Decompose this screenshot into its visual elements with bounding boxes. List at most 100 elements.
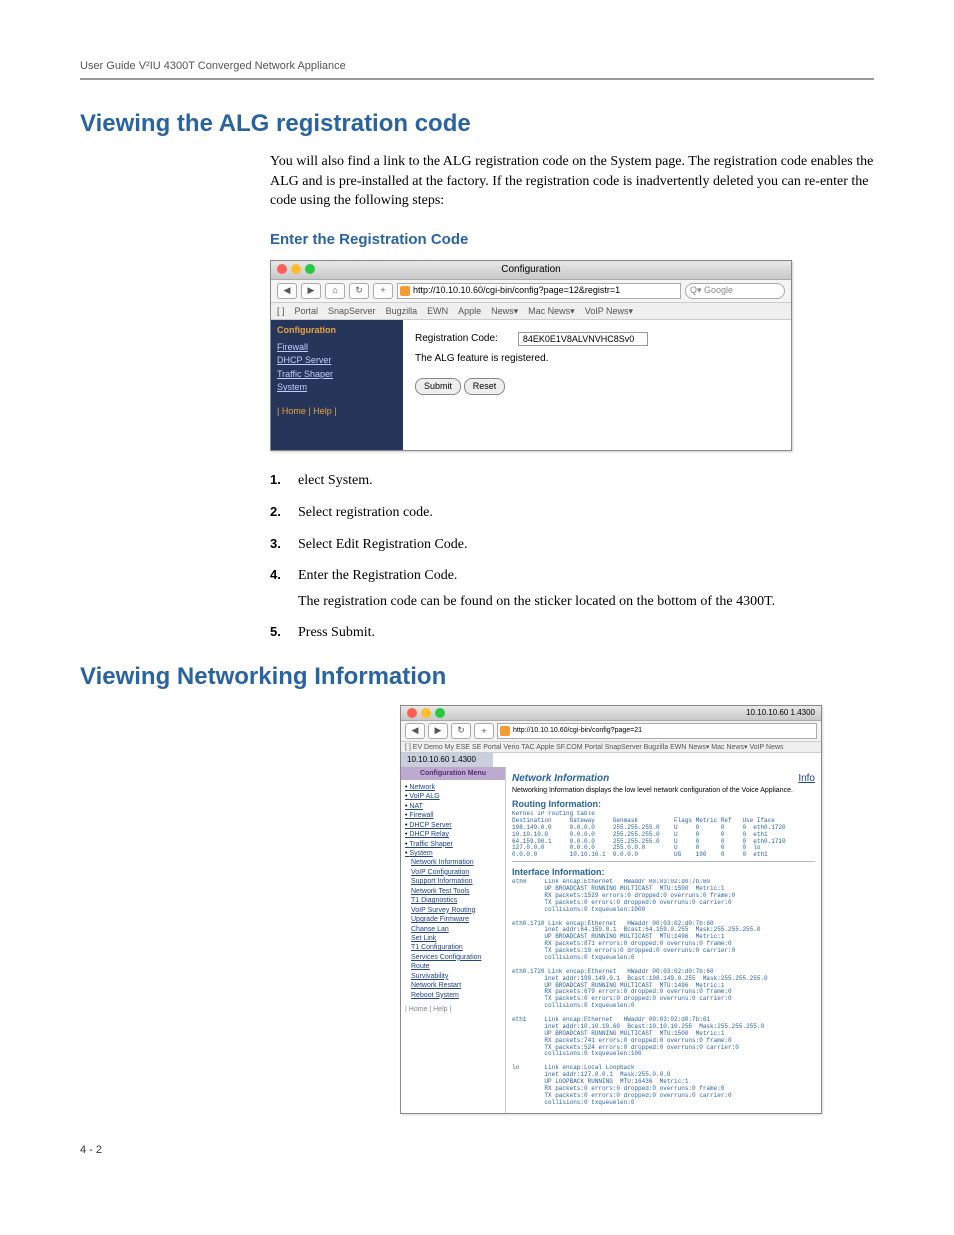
section1-intro: You will also find a link to the ALG reg… bbox=[270, 152, 874, 211]
bookmark-item[interactable]: News▾ bbox=[491, 305, 518, 318]
step-text: elect System. bbox=[298, 471, 874, 491]
side-sublink[interactable]: Upgrade Firmware bbox=[411, 915, 501, 924]
side-sublink[interactable]: VoIP Configuration bbox=[411, 868, 501, 877]
bookmark-item[interactable]: Bugzilla bbox=[386, 305, 418, 318]
bookmark-item[interactable]: EWN bbox=[427, 305, 448, 318]
sidebar-item-firewall[interactable]: Firewall bbox=[277, 341, 397, 355]
routing-table: Kernel IP routing table Destination Gate… bbox=[512, 811, 815, 859]
step-number: 1. bbox=[270, 471, 298, 491]
divider bbox=[512, 861, 815, 862]
add-button[interactable]: + bbox=[373, 283, 393, 299]
window-titlebar: 10.10.10.60 1.4300 bbox=[401, 706, 821, 721]
reload-button[interactable]: ↻ bbox=[349, 283, 369, 299]
home-button[interactable]: ⌂ bbox=[325, 283, 345, 299]
bookmark-item[interactable]: Mac News▾ bbox=[528, 305, 575, 318]
url-text: http://10.10.10.60/cgi-bin/config?page=1… bbox=[413, 284, 620, 297]
interface-heading: Interface Information: bbox=[512, 867, 815, 877]
sidebar-footer[interactable]: | Home | Help | bbox=[277, 405, 397, 419]
side-link[interactable]: NAT bbox=[405, 802, 501, 811]
step-number: 2. bbox=[270, 503, 298, 523]
window-title: 10.10.10.60 1.4300 bbox=[746, 708, 815, 717]
steps-list: 1.elect System. 2.Select registration co… bbox=[270, 471, 874, 643]
url-bar[interactable]: http://10.10.10.60/cgi-bin/config?page=2… bbox=[497, 723, 817, 739]
main-panel: Registration Code: The ALG feature is re… bbox=[403, 320, 791, 450]
window-controls[interactable] bbox=[407, 708, 445, 718]
side-sublink[interactable]: Reboot System bbox=[411, 991, 501, 1000]
search-field[interactable]: Q▾ Google bbox=[685, 283, 785, 299]
browser-tab[interactable]: 10.10.10.60 1.4300 bbox=[401, 753, 493, 767]
bookmark-item[interactable]: SnapServer bbox=[328, 305, 376, 318]
step-number: 3. bbox=[270, 535, 298, 555]
side-link[interactable]: DHCP Server bbox=[405, 821, 501, 830]
step-text: Select registration code. bbox=[298, 503, 874, 523]
sidebar-header: Configuration Menu bbox=[401, 767, 505, 780]
bookmarks-bar[interactable]: [ ] Portal SnapServer Bugzilla EWN Apple… bbox=[271, 303, 791, 321]
forward-button[interactable]: ▶ bbox=[428, 723, 448, 739]
config-sidebar: Configuration Menu Network VoIP ALG NAT … bbox=[401, 767, 506, 1113]
close-icon[interactable] bbox=[407, 708, 417, 718]
side-link[interactable]: Firewall bbox=[405, 811, 501, 820]
step-number: 5. bbox=[270, 623, 298, 643]
window-title: Configuration bbox=[501, 264, 560, 275]
back-button[interactable]: ◀ bbox=[277, 283, 297, 299]
interface-info: eth0 Link encap:Ethernet HWaddr 00:03:02… bbox=[512, 879, 815, 1106]
side-sublink[interactable]: Survivability bbox=[411, 972, 501, 981]
step-number: 4. bbox=[270, 566, 298, 586]
side-sublink[interactable]: T1 Configuration bbox=[411, 943, 501, 952]
submit-button[interactable]: Submit bbox=[415, 378, 461, 395]
reset-button[interactable]: Reset bbox=[464, 378, 506, 395]
side-sublink[interactable]: Network Restart bbox=[411, 981, 501, 990]
bookmark-item[interactable]: Apple bbox=[458, 305, 481, 318]
side-sublink[interactable]: Support Information bbox=[411, 877, 501, 886]
sidebar-footer[interactable]: | Home | Help | bbox=[405, 1006, 501, 1013]
add-button[interactable]: + bbox=[474, 723, 494, 739]
side-sublink[interactable]: Chanse Lan bbox=[411, 925, 501, 934]
side-sublink[interactable]: Network Test Tools bbox=[411, 887, 501, 896]
browser-toolbar: ◀ ▶ ↻ + http://10.10.10.60/cgi-bin/confi… bbox=[401, 721, 821, 742]
zoom-icon[interactable] bbox=[435, 708, 445, 718]
panel-description: Networking Information displays the low … bbox=[512, 787, 815, 794]
step-text: Press Submit. bbox=[298, 623, 874, 643]
bookmark-item[interactable]: [ ] bbox=[277, 305, 285, 318]
side-sublink[interactable]: VoIP Survey Routing bbox=[411, 906, 501, 915]
minimize-icon[interactable] bbox=[291, 264, 301, 274]
side-link[interactable]: DHCP Relay bbox=[405, 830, 501, 839]
bookmark-item[interactable]: Portal bbox=[295, 305, 319, 318]
section1-subhead: Enter the Registration Code bbox=[270, 229, 874, 250]
side-sublink[interactable]: Network Information bbox=[411, 858, 501, 867]
bookmark-item[interactable]: VoIP News▾ bbox=[585, 305, 633, 318]
forward-button[interactable]: ▶ bbox=[301, 283, 321, 299]
back-button[interactable]: ◀ bbox=[405, 723, 425, 739]
side-link[interactable]: Network bbox=[405, 783, 501, 792]
bookmarks-bar[interactable]: [ ] EV Demo My ESE SE Portal Verio TAC A… bbox=[401, 742, 821, 753]
rss-icon bbox=[400, 286, 410, 296]
minimize-icon[interactable] bbox=[421, 708, 431, 718]
side-link[interactable]: System bbox=[405, 849, 501, 858]
section1-title: Viewing the ALG registration code bbox=[80, 110, 874, 138]
sidebar-item-dhcp[interactable]: DHCP Server bbox=[277, 354, 397, 368]
side-link[interactable]: Traffic Shaper bbox=[405, 840, 501, 849]
close-icon[interactable] bbox=[277, 264, 287, 274]
side-sublink[interactable]: Services Configuration bbox=[411, 953, 501, 962]
info-link[interactable]: Info bbox=[798, 773, 815, 784]
step-subtext: The registration code can be found on th… bbox=[298, 592, 874, 612]
window-titlebar: Configuration bbox=[271, 261, 791, 280]
section2-title: Viewing Networking Information bbox=[80, 663, 874, 691]
side-sublink[interactable]: Route bbox=[411, 962, 501, 971]
registration-label: Registration Code: bbox=[415, 332, 498, 346]
sidebar-item-traffic[interactable]: Traffic Shaper bbox=[277, 368, 397, 382]
zoom-icon[interactable] bbox=[305, 264, 315, 274]
registration-status: The ALG feature is registered. bbox=[415, 352, 779, 366]
sidebar-item-system[interactable]: System bbox=[277, 381, 397, 395]
reload-button[interactable]: ↻ bbox=[451, 723, 471, 739]
screenshot-network-info: 10.10.10.60 1.4300 ◀ ▶ ↻ + http://10.10.… bbox=[400, 705, 822, 1114]
url-text: http://10.10.10.60/cgi-bin/config?page=2… bbox=[513, 727, 642, 734]
url-bar[interactable]: http://10.10.10.60/cgi-bin/config?page=1… bbox=[397, 283, 681, 299]
step-text: Enter the Registration Code. bbox=[298, 566, 874, 586]
window-controls[interactable] bbox=[277, 264, 315, 274]
sidebar-title: Configuration bbox=[277, 324, 397, 338]
side-link[interactable]: VoIP ALG bbox=[405, 792, 501, 801]
registration-input[interactable] bbox=[518, 332, 648, 346]
side-sublink[interactable]: Set Link bbox=[411, 934, 501, 943]
side-sublink[interactable]: T1 Diagnostics bbox=[411, 896, 501, 905]
